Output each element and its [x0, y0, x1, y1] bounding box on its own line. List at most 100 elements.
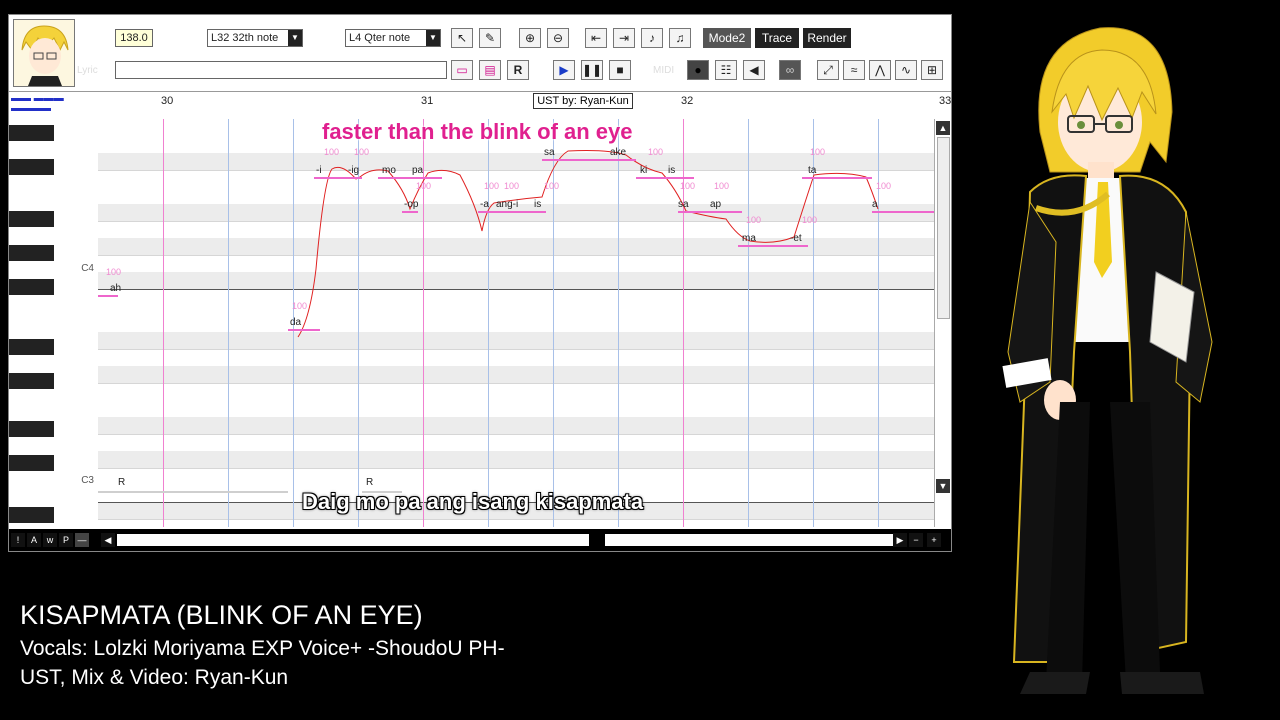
insert-rest-icon[interactable]: R: [507, 60, 529, 80]
note-lyric[interactable]: a: [872, 199, 878, 210]
loop-icon[interactable]: ∞: [779, 60, 801, 80]
song-title: KISAPMATA (BLINK OF AN EYE): [20, 600, 423, 630]
quantize-value: L32 32th note: [211, 32, 279, 44]
velocity-value: 100: [746, 215, 762, 225]
zoom-out-icon[interactable]: ⊖: [547, 28, 569, 48]
note-lyric[interactable]: ap: [710, 199, 721, 210]
step-forward-icon[interactable]: ⇥: [613, 28, 635, 48]
scroll-left-icon[interactable]: ◀: [101, 533, 115, 547]
note-lyric[interactable]: pa: [412, 165, 423, 176]
zoom-in-icon[interactable]: +: [927, 533, 941, 547]
character-illustration: [1002, 27, 1213, 694]
rest-marker[interactable]: R: [118, 477, 125, 488]
piano-roll-grid[interactable]: ah da -i -ig mo pa -op -a ang-i is sa ak…: [98, 119, 934, 527]
step-back-icon[interactable]: ⇤: [585, 28, 607, 48]
velocity-value: 100: [292, 301, 308, 311]
note-lyric[interactable]: is: [534, 199, 541, 210]
translation-subtitle: faster than the blink of an eye: [322, 119, 633, 144]
tool-button[interactable]: w: [43, 533, 57, 547]
note-lyric[interactable]: sa: [544, 147, 555, 158]
horizontal-scrollbar-thumb[interactable]: [605, 534, 895, 546]
note-lyric[interactable]: ang-i: [496, 199, 518, 210]
zoom-out-icon[interactable]: −: [909, 533, 923, 547]
insert-note-icon[interactable]: ▭: [451, 60, 473, 80]
timeline-ruler[interactable]: ▬▬ ▬▬▬ ▬▬▬▬ 30 31 32 33 UST by: Ryan-Kun: [9, 91, 951, 120]
utau-editor-window: 138.0 L32 32th note ▼ L4 Qter note ▼ ↖ ✎…: [8, 14, 952, 552]
mode-icon[interactable]: ⊞: [921, 60, 943, 80]
zoom-in-icon[interactable]: ⊕: [519, 28, 541, 48]
scroll-down-icon[interactable]: ▼: [936, 479, 950, 493]
note-join-icon[interactable]: ♫: [669, 28, 691, 48]
select-tool-icon[interactable]: ↖: [451, 28, 473, 48]
note-split-icon[interactable]: ♪: [641, 28, 663, 48]
note-lyric[interactable]: ma: [742, 233, 756, 244]
pause-icon[interactable]: ❚❚: [581, 60, 603, 80]
singer-avatar[interactable]: [13, 19, 75, 87]
velocity-value: 100: [484, 181, 500, 191]
vocals-credit: Vocals: Lolzki Moriyama EXP Voice+ -Shou…: [20, 637, 505, 660]
velocity-value: 100: [106, 267, 122, 277]
pencil-tool-icon[interactable]: ✎: [479, 28, 501, 48]
note-lyric[interactable]: ah: [110, 283, 121, 294]
rest-marker[interactable]: R: [366, 477, 373, 488]
quantize-select[interactable]: L32 32th note ▼: [207, 29, 303, 47]
stop-icon[interactable]: ■: [609, 60, 631, 80]
bar-number: 32: [681, 95, 694, 107]
lyric-input[interactable]: [115, 61, 447, 79]
velocity-value: 100: [876, 181, 892, 191]
vibrato-icon[interactable]: ≈: [843, 60, 865, 80]
trace-button[interactable]: Trace: [755, 28, 799, 48]
octave-label-c4: C4: [81, 263, 94, 274]
toolbar: 138.0 L32 32th note ▼ L4 Qter note ▼ ↖ ✎…: [9, 15, 951, 91]
tool-button[interactable]: A: [27, 533, 41, 547]
note-length-value: L4 Qter note: [349, 32, 411, 44]
note-lyric[interactable]: -a: [480, 199, 489, 210]
render-button[interactable]: Render: [803, 28, 851, 48]
tool-button[interactable]: !: [11, 533, 25, 547]
horizontal-scrollbar[interactable]: [117, 534, 589, 546]
octave-label-c3: C3: [81, 475, 94, 486]
tool-button[interactable]: P: [59, 533, 73, 547]
record-icon[interactable]: ●: [687, 60, 709, 80]
velocity-value: 100: [810, 147, 826, 157]
bar-number: 30: [161, 95, 174, 107]
play-icon[interactable]: ▶: [553, 60, 575, 80]
portamento-icon[interactable]: ∿: [895, 60, 917, 80]
insert-selection-icon[interactable]: ▤: [479, 60, 501, 80]
tool-button[interactable]: —: [75, 533, 89, 547]
vertical-scrollbar[interactable]: ▲ ▼: [934, 119, 951, 527]
mode2-button[interactable]: Mode2: [703, 28, 751, 48]
envelope-icon[interactable]: ⋀: [869, 60, 891, 80]
note-lyric[interactable]: mo: [382, 165, 396, 176]
note-lyric[interactable]: -op: [404, 199, 418, 210]
bar-number: 31: [421, 95, 434, 107]
note-lyric[interactable]: -et: [790, 233, 802, 244]
note-lyric[interactable]: da: [290, 317, 301, 328]
speaker-icon[interactable]: ◀: [743, 60, 765, 80]
tempo-field[interactable]: 138.0: [115, 29, 153, 47]
bar-number: 33: [939, 95, 952, 107]
pitch-edit-icon[interactable]: ⤢: [817, 60, 839, 80]
midi-label: MIDI: [653, 65, 675, 76]
note-lyric[interactable]: ake: [610, 147, 626, 158]
note-lyric[interactable]: is: [668, 165, 675, 176]
velocity-value: 100: [354, 147, 370, 157]
metronome-icon[interactable]: ☷: [715, 60, 737, 80]
velocity-value: 100: [504, 181, 520, 191]
piano-keyboard[interactable]: C4 C3: [9, 119, 99, 527]
note-lyric[interactable]: ta: [808, 165, 816, 176]
note-lyric[interactable]: sa: [678, 199, 689, 210]
note-lyric[interactable]: -ig: [348, 165, 359, 176]
velocity-value: 100: [416, 181, 432, 191]
velocity-value: 100: [802, 215, 818, 225]
note-lyric[interactable]: ki: [640, 165, 647, 176]
note-lyric[interactable]: -i: [316, 165, 322, 176]
chevron-down-icon: ▼: [288, 30, 302, 46]
velocity-value: 100: [648, 147, 664, 157]
velocity-value: 100: [544, 181, 560, 191]
ust-mix-credit: UST, Mix & Video: Ryan-Kun: [20, 666, 289, 689]
velocity-value: 100: [680, 181, 696, 191]
scroll-up-icon[interactable]: ▲: [936, 121, 950, 135]
scroll-right-icon[interactable]: ▶: [893, 533, 907, 547]
note-length-select[interactable]: L4 Qter note ▼: [345, 29, 441, 47]
